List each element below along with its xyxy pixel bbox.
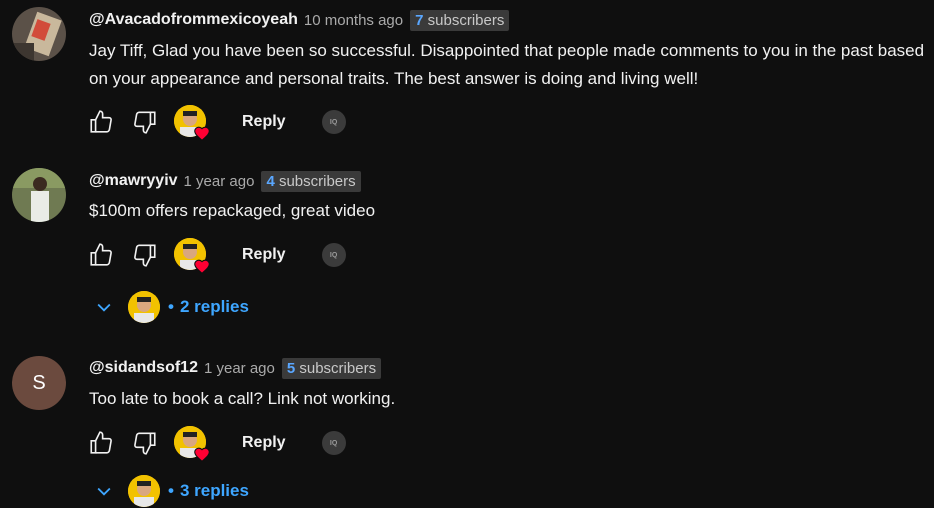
separator-dot: • — [168, 481, 174, 500]
heart-icon — [194, 126, 210, 141]
dislike-button[interactable] — [130, 240, 160, 270]
iq-icon[interactable]: IQ — [321, 243, 346, 267]
comment-timestamp[interactable]: 1 year ago — [184, 173, 255, 190]
creator-heart — [174, 426, 210, 462]
creator-avatar — [128, 475, 160, 507]
replies-count: 2 replies — [179, 297, 249, 316]
view-replies-button[interactable]: • 2 replies — [94, 290, 249, 324]
chevron-down-icon — [97, 487, 111, 496]
comment-timestamp[interactable]: 1 year ago — [204, 360, 275, 377]
avatar[interactable]: S — [12, 356, 66, 410]
thumbs-up-icon — [90, 431, 112, 454]
thumbs-down-icon — [134, 432, 156, 455]
reply-button[interactable]: Reply — [242, 113, 286, 131]
dislike-button[interactable] — [130, 107, 160, 137]
like-button[interactable] — [86, 107, 116, 137]
like-button[interactable] — [86, 240, 116, 270]
reply-button[interactable]: Reply — [242, 246, 286, 264]
replies-count: 3 replies — [179, 481, 249, 500]
reply-button[interactable]: Reply — [242, 434, 286, 452]
thumbs-down-icon — [134, 111, 156, 134]
comment-author[interactable]: @mawryyiv — [89, 172, 178, 190]
subscriber-badge: 5 subscribers — [281, 357, 382, 379]
like-button[interactable] — [86, 428, 116, 458]
iq-icon[interactable]: IQ — [321, 431, 346, 455]
comment-author[interactable]: @sidandsof12 — [89, 359, 198, 377]
comment-timestamp[interactable]: 10 months ago — [304, 12, 403, 29]
thumbs-down-icon — [134, 244, 156, 267]
thumbs-up-icon — [90, 110, 112, 133]
creator-avatar — [128, 291, 160, 323]
comment-text: $100m offers repackaged, great video — [89, 201, 376, 220]
chevron-down-icon — [97, 303, 111, 312]
thumbs-up-icon — [90, 243, 112, 266]
avatar[interactable] — [12, 7, 66, 61]
subscriber-badge: 4 subscribers — [261, 170, 361, 192]
creator-heart — [174, 238, 210, 274]
comment-text: Too late to book a call? Link not workin… — [89, 389, 396, 408]
iq-icon[interactable]: IQ — [321, 110, 346, 134]
subscriber-badge: 7 subscribers — [410, 9, 510, 31]
dislike-button[interactable] — [130, 428, 160, 458]
separator-dot: • — [168, 297, 174, 316]
comment-text: Jay Tiff, Glad you have been so successf… — [89, 41, 925, 88]
heart-icon — [194, 447, 210, 462]
view-replies-button[interactable]: • 3 replies — [94, 474, 249, 508]
avatar[interactable] — [12, 168, 66, 222]
comment-author[interactable]: @Avacadofrommexicoyeah — [89, 11, 298, 29]
heart-icon — [194, 259, 210, 274]
creator-heart — [174, 105, 210, 141]
